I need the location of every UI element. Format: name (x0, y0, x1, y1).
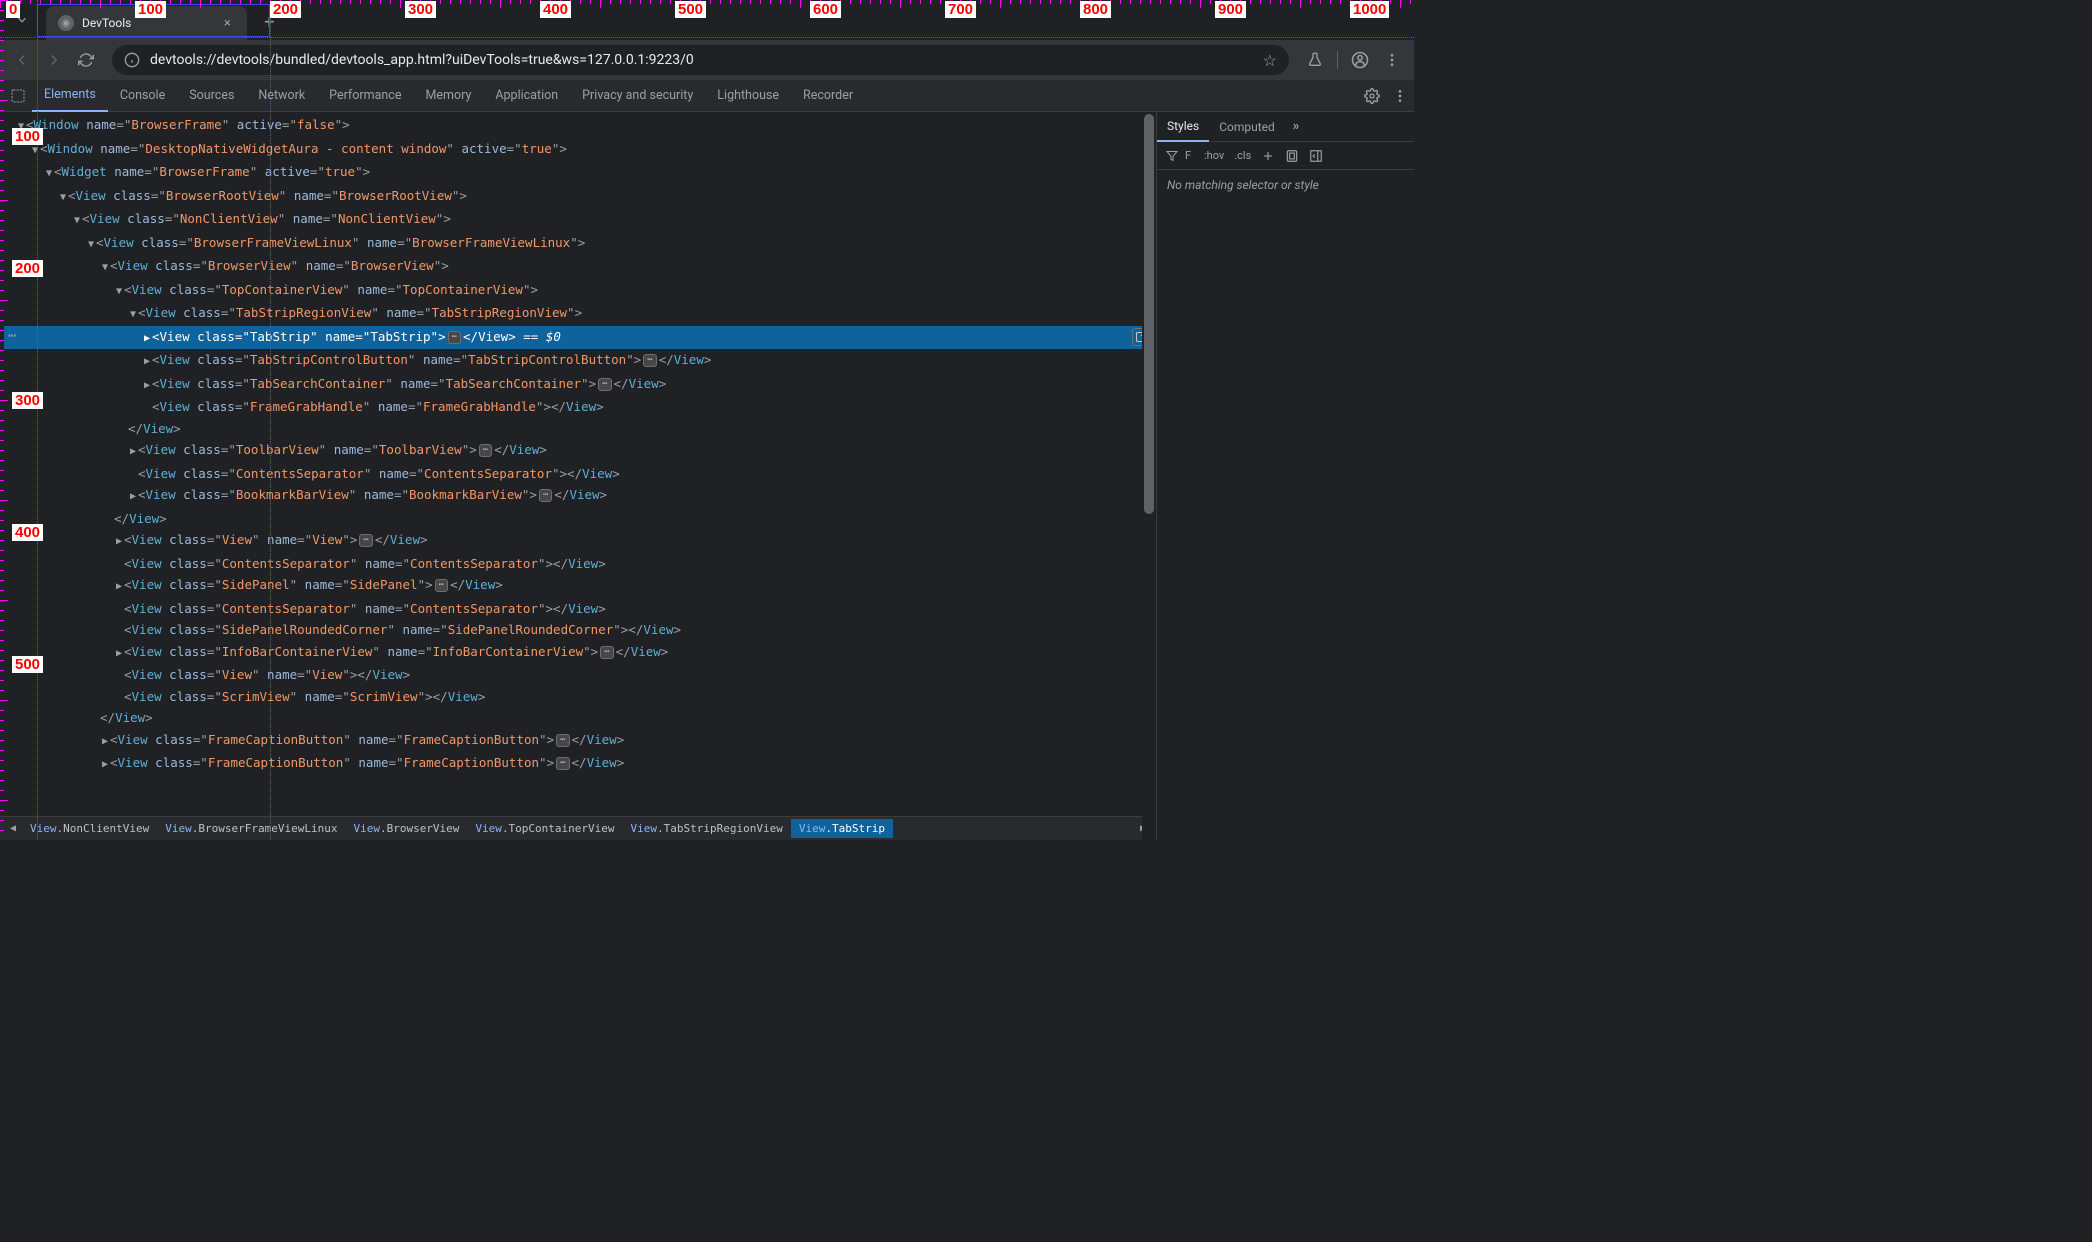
dom-node[interactable]: <View class="ContentsSeparator" name="Co… (4, 598, 1156, 620)
omnibox[interactable]: devtools://devtools/bundled/devtools_app… (112, 45, 1289, 75)
breadcrumb-item[interactable]: View.BrowserFrameViewLinux (157, 819, 345, 838)
devtools-more-icon[interactable] (1386, 82, 1414, 110)
devtools-tab-console[interactable]: Console (108, 80, 177, 112)
dom-node[interactable]: ▶<View class="InfoBarContainerView" name… (4, 641, 1156, 665)
device-toolbar-icon[interactable] (1282, 147, 1302, 165)
new-style-rule-icon[interactable] (1258, 147, 1278, 165)
dom-node[interactable]: ▼<View class="BrowserFrameViewLinux" nam… (4, 232, 1156, 256)
cls-toggle[interactable]: .cls (1231, 147, 1254, 164)
toolbar: devtools://devtools/bundled/devtools_app… (0, 40, 1414, 80)
dom-node[interactable]: ▶<View class="BookmarkBarView" name="Boo… (4, 484, 1156, 508)
filter-input[interactable]: F (1185, 149, 1197, 162)
devtools-tab-memory[interactable]: Memory (413, 80, 483, 112)
dom-node[interactable]: <View class="View" name="View"></View> (4, 664, 1156, 686)
dom-node[interactable]: ▶<View class="ToolbarView" name="Toolbar… (4, 439, 1156, 463)
breadcrumb-item[interactable]: View.TopContainerView (467, 819, 622, 838)
labs-icon[interactable] (1301, 46, 1329, 74)
dom-node[interactable]: ▼<View class="TopContainerView" name="To… (4, 279, 1156, 303)
dom-node[interactable]: ▼<Widget name="BrowserFrame" active="tru… (4, 161, 1156, 185)
dom-node[interactable]: ▶<View class="TabSearchContainer" name="… (4, 373, 1156, 397)
dom-node[interactable]: </View> (4, 418, 1156, 440)
site-info-icon[interactable] (124, 52, 140, 68)
dom-node[interactable]: ▶<View class="View" name="View">⋯</View> (4, 529, 1156, 553)
devtools-tab-application[interactable]: Application (483, 80, 570, 112)
dom-node[interactable]: <View class="ContentsSeparator" name="Co… (4, 553, 1156, 575)
dom-node[interactable]: </View> (4, 508, 1156, 530)
reload-button[interactable] (72, 46, 100, 74)
dom-node[interactable]: <View class="ContentsSeparator" name="Co… (4, 463, 1156, 485)
tab-title: DevTools (82, 16, 131, 30)
dom-node[interactable]: ▶<View class="FrameCaptionButton" name="… (4, 729, 1156, 753)
breadcrumb-item[interactable]: View.BrowserView (345, 819, 467, 838)
devtools-tab-elements[interactable]: Elements (32, 80, 108, 112)
dom-tree[interactable]: ▼<Window name="BrowserFrame" active="fal… (0, 112, 1156, 816)
devtools-main: ▼<Window name="BrowserFrame" active="fal… (0, 112, 1414, 840)
devtools-tab-privacy-and-security[interactable]: Privacy and security (570, 80, 705, 112)
dom-node[interactable]: ▼<View class="BrowserRootView" name="Bro… (4, 185, 1156, 209)
devtools-tab-sources[interactable]: Sources (177, 80, 246, 112)
tab-favicon-icon: ◉ (58, 15, 74, 31)
dom-node[interactable]: ▼<Window name="DesktopNativeWidgetAura -… (4, 138, 1156, 162)
styles-sidebar: Styles Computed » F :hov .cls No matchin… (1156, 112, 1414, 840)
breadcrumb-item[interactable]: View.TabStrip (791, 819, 893, 838)
styles-empty-message: No matching selector or style (1157, 170, 1414, 200)
devtools-settings-icon[interactable] (1358, 82, 1386, 110)
dom-node[interactable]: <View class="FrameGrabHandle" name="Fram… (4, 396, 1156, 418)
menu-icon[interactable] (1378, 46, 1406, 74)
breadcrumb-item[interactable]: View.TabStripRegionView (623, 819, 791, 838)
sidebar-tab-computed[interactable]: Computed (1209, 112, 1285, 142)
dom-node[interactable]: ▶<View class="TabStripControlButton" nam… (4, 349, 1156, 373)
sidebar-tabs: Styles Computed » (1157, 112, 1414, 142)
devtools-tab-lighthouse[interactable]: Lighthouse (705, 80, 791, 112)
back-button[interactable] (8, 46, 36, 74)
tab-search-button[interactable] (8, 6, 36, 34)
dom-node[interactable]: ▼<View class="TabStripRegionView" name="… (4, 302, 1156, 326)
computed-sidebar-toggle-icon[interactable] (1306, 147, 1326, 165)
dom-node[interactable]: ▼<View class="NonClientView" name="NonCl… (4, 208, 1156, 232)
devtools-tab-performance[interactable]: Performance (317, 80, 413, 112)
tab-strip: ◉ DevTools × + (0, 0, 1414, 40)
filter-icon[interactable] (1163, 148, 1181, 164)
toolbar-separator (1337, 51, 1338, 69)
dom-node[interactable]: <View class="SidePanelRoundedCorner" nam… (4, 619, 1156, 641)
devtools-tabbar: ElementsConsoleSourcesNetworkPerformance… (0, 80, 1414, 112)
dom-node[interactable]: ▼<Window name="BrowserFrame" active="fal… (4, 114, 1156, 138)
devtools-tab-recorder[interactable]: Recorder (791, 80, 865, 112)
browser-tab[interactable]: ◉ DevTools × (46, 6, 247, 40)
sidebar-more-tabs-icon[interactable]: » (1285, 119, 1308, 134)
dom-node[interactable]: <View class="ScrimView" name="ScrimView"… (4, 686, 1156, 708)
devtools-panel: ElementsConsoleSourcesNetworkPerformance… (0, 80, 1414, 840)
dom-node[interactable]: ▶<View class="SidePanel" name="SidePanel… (4, 574, 1156, 598)
crumb-scroll-left-icon[interactable]: ◀ (4, 823, 22, 834)
dom-node[interactable]: ▼<View class="BrowserView" name="Browser… (4, 255, 1156, 279)
dom-node[interactable]: ▶<View class="FrameCaptionButton" name="… (4, 752, 1156, 776)
bookmark-star-icon[interactable]: ☆ (1263, 51, 1277, 70)
tree-scrollbar[interactable] (1142, 112, 1156, 840)
url-text: devtools://devtools/bundled/devtools_app… (150, 52, 1253, 68)
profile-icon[interactable] (1346, 46, 1374, 74)
scrollbar-thumb[interactable] (1144, 114, 1154, 514)
hov-toggle[interactable]: :hov (1201, 147, 1227, 164)
dom-node[interactable]: </View> (4, 707, 1156, 729)
sidebar-tab-styles[interactable]: Styles (1157, 112, 1209, 142)
breadcrumb-bar: ◀ View.NonClientViewView.BrowserFrameVie… (0, 816, 1156, 840)
forward-button[interactable] (40, 46, 68, 74)
styles-toolbar: F :hov .cls (1157, 142, 1414, 170)
tab-close-button[interactable]: × (219, 15, 235, 31)
inspect-element-icon[interactable] (4, 82, 32, 110)
new-tab-button[interactable]: + (255, 8, 283, 36)
dom-node[interactable]: ⋯▶<View class="TabStrip" name="TabStrip"… (4, 326, 1156, 350)
devtools-tab-network[interactable]: Network (246, 80, 317, 112)
breadcrumb-item[interactable]: View.NonClientView (22, 819, 157, 838)
elements-panel: ▼<Window name="BrowserFrame" active="fal… (0, 112, 1156, 840)
